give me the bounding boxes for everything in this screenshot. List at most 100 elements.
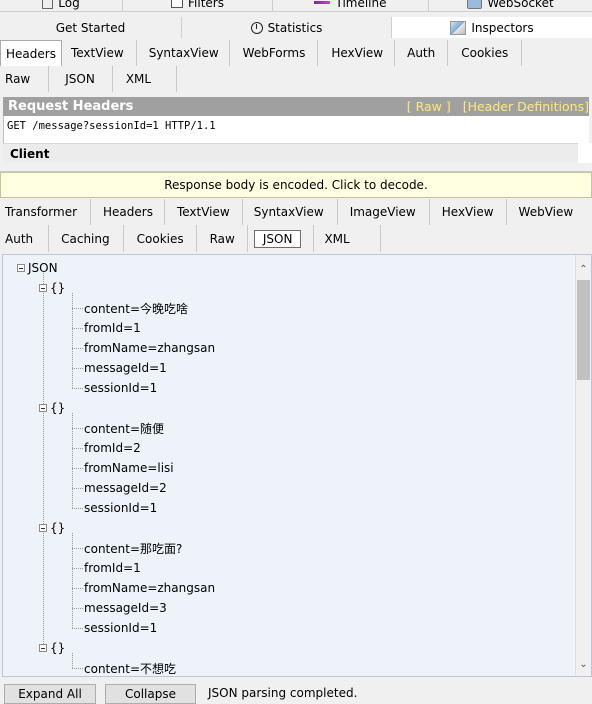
tab-statistics[interactable]: Statistics	[182, 17, 392, 38]
req-tab-webforms[interactable]: WebForms	[230, 40, 319, 66]
tree-node-object[interactable]: {}	[39, 518, 65, 538]
tree-node-property[interactable]: content=随便	[84, 418, 164, 438]
resp-tab-cookies[interactable]: Cookies	[124, 225, 197, 252]
resp-tab-syntaxview[interactable]: SyntaxView	[243, 199, 338, 225]
collapse-icon[interactable]	[17, 264, 25, 272]
request-headers-title: Request Headers	[8, 99, 134, 114]
tree-node-property[interactable]: sessionId=1	[84, 378, 157, 398]
req-tab-json[interactable]: JSON	[49, 66, 113, 92]
tree-guide-line	[43, 273, 44, 646]
json-tree-pane: JSON {} content=今晚吃啥 fromId=1 fromName=zhan…	[2, 254, 592, 677]
tree-node-root[interactable]: JSON	[17, 258, 58, 278]
req-tab-textview[interactable]: TextView	[62, 40, 137, 66]
resp-tab-raw[interactable]: Raw	[197, 225, 248, 252]
tree-guide-line	[72, 368, 83, 369]
decode-notice-bar[interactable]: Response body is encoded. Click to decod…	[0, 172, 592, 198]
tree-node-property[interactable]: fromId=1	[84, 558, 141, 578]
collapse-button[interactable]: Collapse	[105, 684, 196, 704]
tree-guide-line	[72, 428, 83, 429]
tab-timeline-label: Timeline	[335, 0, 387, 10]
tree-guide-line	[72, 448, 83, 449]
tree-guide-line	[72, 653, 73, 668]
tab-filters[interactable]: Filters	[123, 0, 273, 12]
tab-log[interactable]: Log	[0, 0, 123, 12]
resp-tab-json[interactable]: JSON	[248, 225, 315, 252]
req-tab-hexview[interactable]: HexView	[318, 40, 396, 66]
client-gap	[578, 143, 592, 163]
header-definitions-link[interactable]: [Header Definitions]	[463, 99, 589, 114]
log-icon	[42, 0, 54, 9]
parse-status: JSON parsing completed.	[208, 686, 358, 700]
tab-get-started[interactable]: Get Started	[0, 17, 182, 38]
tree-node-object[interactable]: {}	[39, 278, 65, 298]
vertical-scrollbar[interactable]: ⌃ ⌄	[575, 255, 591, 676]
collapse-icon[interactable]	[39, 284, 47, 292]
resp-tab-imageview[interactable]: ImageView	[338, 199, 430, 225]
tree-node-property[interactable]: messageId=2	[84, 478, 167, 498]
expand-all-button[interactable]: Expand All	[4, 684, 96, 704]
tab-websocket-label: WebSocket	[487, 0, 554, 10]
clock-icon	[250, 21, 263, 34]
splitter[interactable]	[0, 163, 592, 172]
resp-tab-textview[interactable]: TextView	[165, 199, 243, 225]
req-tab-cookies[interactable]: Cookies	[448, 40, 523, 66]
tree-node-property[interactable]: content=那吃面?	[84, 538, 182, 558]
timeline-icon	[314, 1, 331, 4]
raw-link[interactable]: [ Raw ]	[407, 99, 451, 114]
tree-node-property[interactable]: fromName=lisi	[84, 458, 174, 478]
resp-tab-webview[interactable]: WebView	[507, 199, 574, 225]
request-line: GET /message?sessionId=1 HTTP/1.1	[3, 116, 589, 143]
scroll-down-arrow-icon[interactable]: ⌄	[576, 656, 591, 672]
tree-object-label: {}	[50, 641, 66, 655]
resp-tab-xml[interactable]: XML	[314, 225, 381, 252]
tab-timeline[interactable]: Timeline	[273, 0, 429, 12]
tree-node-property[interactable]: sessionId=1	[84, 498, 157, 518]
tab-inspectors[interactable]: Inspectors	[392, 17, 592, 38]
tree-guide-line	[72, 568, 83, 569]
request-tabs-row1: Headers TextView SyntaxView WebForms Hex…	[0, 40, 523, 66]
tree-guide-line	[72, 608, 83, 609]
tree-guide-line	[72, 548, 83, 549]
req-tab-raw[interactable]: Raw	[0, 66, 50, 92]
resp-tab-headers[interactable]: Headers	[91, 199, 165, 225]
collapse-icon[interactable]	[39, 404, 47, 412]
tree-node-property[interactable]: messageId=3	[84, 598, 167, 618]
scroll-up-arrow-icon[interactable]: ⌃	[576, 261, 591, 277]
filter-icon	[171, 0, 183, 8]
top-tabs-row1: Log Filters Timeline WebSocket	[0, 0, 592, 12]
websocket-icon	[467, 0, 483, 9]
tree-guide-line	[72, 668, 83, 669]
tree-node-object[interactable]: {}	[39, 398, 65, 418]
tab-inspectors-label: Inspectors	[471, 20, 534, 35]
scrollbar-thumb[interactable]	[577, 280, 590, 380]
tab-filters-label: Filters	[188, 0, 224, 10]
collapse-icon[interactable]	[39, 644, 47, 652]
resp-tab-caching[interactable]: Caching	[49, 225, 124, 252]
bottom-bar: Expand All Collapse JSON parsing complet…	[0, 677, 592, 704]
tree-node-property[interactable]: content=不想吃	[84, 658, 176, 676]
tree-object-label: {}	[50, 521, 66, 535]
tree-object-label: {}	[50, 281, 66, 295]
tree-guide-line	[72, 348, 83, 349]
tab-websocket[interactable]: WebSocket	[429, 0, 592, 12]
req-tab-auth[interactable]: Auth	[395, 40, 449, 66]
tree-node-property[interactable]: content=今晚吃啥	[84, 298, 188, 318]
top-tab-strip: Log Filters Timeline WebSocket Get Start…	[0, 0, 592, 38]
tree-node-object[interactable]: {}	[39, 638, 65, 658]
resp-tab-json-label: JSON	[253, 229, 302, 248]
resp-tab-auth[interactable]: Auth	[0, 225, 50, 252]
tree-node-property[interactable]: fromId=1	[84, 318, 141, 338]
inspectors-icon	[450, 20, 467, 35]
resp-tab-hexview[interactable]: HexView	[430, 199, 507, 225]
tree-node-property[interactable]: fromId=2	[84, 438, 141, 458]
req-tab-headers[interactable]: Headers	[0, 40, 62, 66]
req-tab-xml[interactable]: XML	[113, 66, 178, 92]
header-group-client[interactable]: Client	[3, 143, 578, 163]
tree-node-property[interactable]: sessionId=1	[84, 618, 157, 638]
resp-tab-transformer[interactable]: Transformer	[0, 199, 92, 225]
req-tab-syntaxview[interactable]: SyntaxView	[137, 40, 230, 66]
tree-node-property[interactable]: messageId=1	[84, 358, 167, 378]
collapse-icon[interactable]	[39, 524, 47, 532]
tree-node-property[interactable]: fromName=zhangsan	[84, 338, 215, 358]
tree-node-property[interactable]: fromName=zhangsan	[84, 578, 215, 598]
